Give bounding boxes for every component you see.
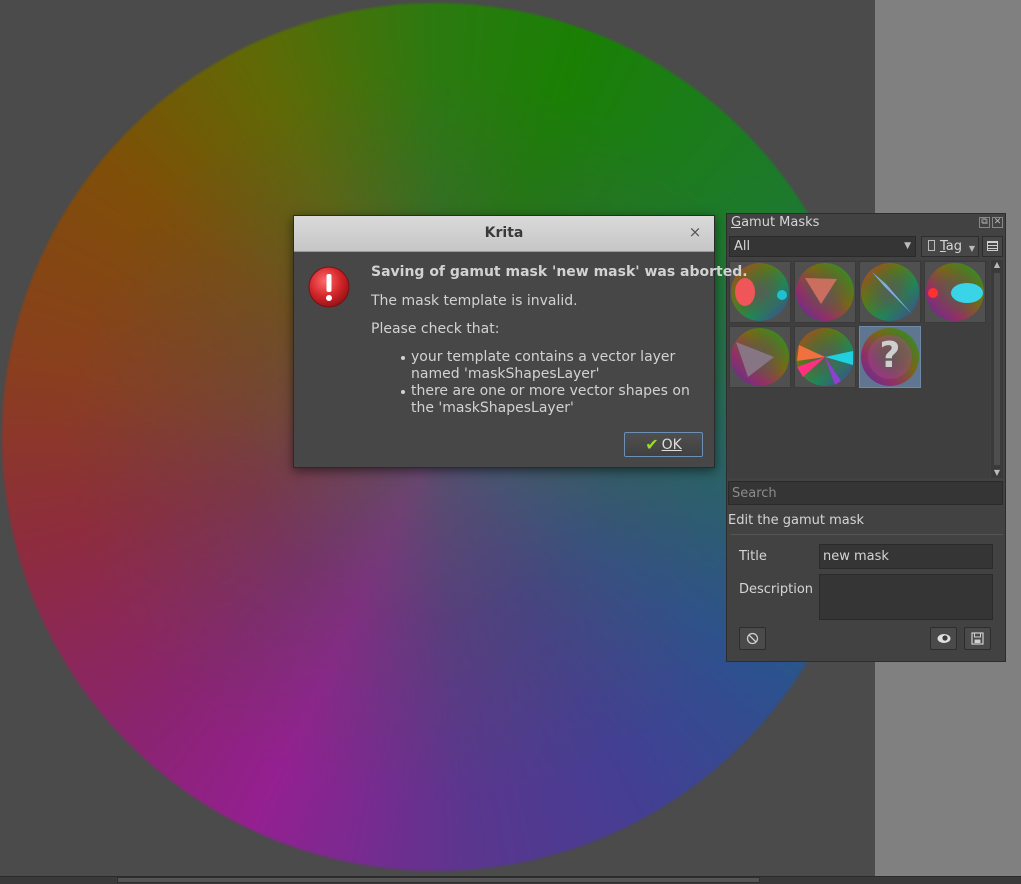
ok-button[interactable]: ✔ OK (624, 432, 703, 457)
edit-mask-group: Title Description (730, 534, 1003, 659)
gamut-mask-thumbnail[interactable] (859, 261, 921, 323)
docker-title-rest: amut Masks (741, 215, 820, 230)
gamut-mask-thumbnail[interactable] (794, 261, 856, 323)
search-input[interactable] (728, 481, 1003, 505)
title-field[interactable] (819, 544, 993, 569)
docker-title-mnemonic: G (731, 215, 742, 230)
mask-triangle-wide-icon (731, 328, 789, 386)
chevron-down-icon: ▼ (904, 241, 911, 251)
mask-grid-scrollbar[interactable]: ▲ ▼ (991, 260, 1003, 478)
gamut-masks-docker: Gamut Masks ⧉ ✕ All ▼ Tag ▼ ? ▲ ▼ Search… (726, 213, 1006, 662)
dialog-heading: Saving of gamut mask 'new mask' was abor… (371, 264, 748, 280)
dialog-body: Saving of gamut mask 'new mask' was abor… (371, 264, 748, 417)
horizontal-scrollbar[interactable] (117, 877, 760, 883)
tag-button-label: ag (945, 239, 963, 254)
gamut-mask-thumbnail[interactable] (924, 261, 986, 323)
preview-mask-button[interactable] (930, 627, 957, 650)
error-dialog: Krita × Saving of gamut mask 'new mask' … (293, 215, 748, 468)
save-floppy-icon (971, 632, 984, 645)
description-field-label: Description (739, 582, 814, 597)
docker-title: Gamut Masks (731, 215, 819, 230)
title-field-label: Title (739, 549, 767, 564)
mask-triangle-icon (796, 263, 854, 321)
scroll-down-arrow-icon[interactable]: ▼ (991, 468, 1003, 478)
tag-icon (928, 240, 935, 251)
mask-diagonal-shape-icon (861, 263, 919, 321)
description-field[interactable] (819, 574, 993, 620)
ok-button-label: OK (661, 436, 682, 453)
check-icon: ✔ (645, 435, 659, 454)
edit-mask-section-label: Edit the gamut mask (728, 513, 865, 528)
gamut-mask-thumbnail-selected[interactable]: ? (859, 326, 921, 388)
dialog-title: Krita (484, 225, 524, 241)
chevron-down-icon: ▼ (968, 244, 975, 253)
gamut-mask-grid: ? (728, 260, 990, 478)
gamut-mask-thumbnail[interactable] (729, 326, 791, 388)
scroll-up-arrow-icon[interactable]: ▲ (991, 260, 1003, 270)
preview-eye-icon (937, 634, 951, 643)
error-icon (308, 266, 350, 308)
close-icon[interactable]: × (686, 223, 704, 241)
cancel-icon (746, 632, 759, 645)
dialog-message: The mask template is invalid. (371, 293, 578, 309)
dialog-titlebar[interactable]: Krita × (294, 216, 714, 252)
list-item: your template contains a vector layer na… (401, 349, 711, 383)
mask-dot-ellipse-icon (926, 263, 984, 321)
scrollbar-thumb[interactable] (993, 272, 1001, 466)
unknown-mask-glyph: ? (879, 335, 901, 376)
view-mode-button[interactable] (982, 236, 1003, 257)
list-item: there are one or more vector shapes on t… (401, 383, 711, 417)
gamut-mask-thumbnail[interactable] (794, 326, 856, 388)
check-list: your template contains a vector layer na… (401, 349, 711, 417)
docker-title-buttons: ⧉ ✕ (979, 217, 1003, 228)
float-docker-icon[interactable]: ⧉ (979, 217, 990, 228)
save-mask-button[interactable] (964, 627, 991, 650)
tag-filter-select[interactable]: All ▼ (729, 236, 916, 257)
tag-filter-value: All (734, 239, 751, 254)
dialog-check-intro: Please check that: (371, 321, 500, 337)
close-docker-icon[interactable]: ✕ (992, 217, 1003, 228)
cancel-edit-button[interactable] (739, 627, 766, 650)
tag-button[interactable]: Tag ▼ (921, 236, 979, 257)
list-view-icon (987, 241, 998, 251)
mask-atmospheric-triad-icon (796, 328, 854, 386)
